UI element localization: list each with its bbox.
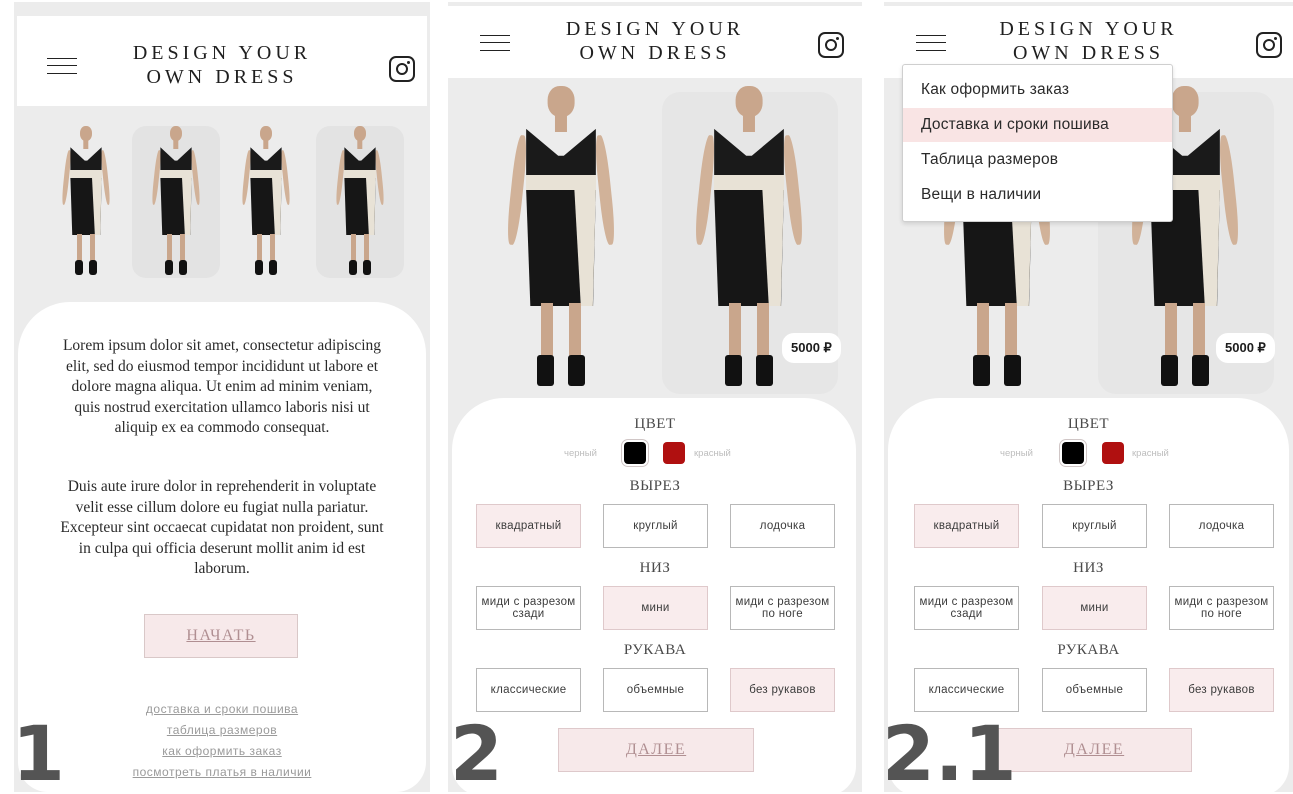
dress-image <box>330 126 390 278</box>
logo-line1: DESIGN YOUR <box>132 42 312 64</box>
logo[interactable]: DESIGN YOUR OWN DRESS <box>17 42 427 89</box>
color-title: ЦВЕТ <box>634 416 676 432</box>
instagram-icon[interactable] <box>389 56 415 82</box>
color-row: черный красный <box>448 439 862 467</box>
dress-image <box>146 126 206 278</box>
dress-preview-front <box>476 86 646 394</box>
logo-line1: DESIGN YOUR <box>999 18 1178 40</box>
thumbnail-dress-1[interactable] <box>42 126 130 278</box>
neckline-round[interactable]: круглый <box>1042 504 1147 548</box>
bottom-midi-leg-slit[interactable]: миди с разрезом по ноге <box>1169 586 1274 630</box>
step-label: 2 <box>450 709 503 792</box>
screen-intro: DESIGN YOUR OWN DRESS Lorem ipsum dolor … <box>14 2 430 792</box>
intro-paragraph-1: Lorem ipsum dolor sit amet, consectetur … <box>62 337 382 436</box>
logo[interactable]: DESIGN YOUR OWN DRESS <box>884 18 1293 65</box>
step-label: 1 <box>14 709 65 792</box>
bottom-title: НИЗ <box>1073 560 1104 576</box>
logo-line2: OWN DRESS <box>579 41 731 64</box>
sleeves-classic[interactable]: классические <box>914 668 1019 712</box>
next-button[interactable]: ДАЛЕЕ <box>996 728 1192 772</box>
thumbnail-dress-4[interactable] <box>316 126 404 278</box>
color-black-label: черный <box>1000 448 1033 459</box>
menu-item-size-table[interactable]: Таблица размеров <box>903 143 1172 177</box>
sleeves-title: РУКАВА <box>1057 642 1120 658</box>
footer-link-in-stock[interactable]: посмотреть платья в наличии <box>54 765 390 779</box>
logo[interactable]: DESIGN YOUR OWN DRESS <box>448 18 862 65</box>
screen-configurator: DESIGN YOUR OWN DRESS 5000 ₽ ЦВЕТ черный… <box>448 2 862 792</box>
bottom-mini[interactable]: мини <box>603 586 708 630</box>
thumbnail-dress-3[interactable] <box>222 126 310 278</box>
intro-paragraph-2: Duis aute irure dolor in reprehenderit i… <box>60 478 384 577</box>
menu-item-delivery[interactable]: Доставка и сроки пошива <box>903 108 1172 142</box>
header: DESIGN YOUR OWN DRESS <box>448 6 862 78</box>
sleeves-volume[interactable]: объемные <box>1042 668 1147 712</box>
header: DESIGN YOUR OWN DRESS <box>17 16 427 106</box>
sleeves-volume[interactable]: объемные <box>603 668 708 712</box>
menu-item-how-to-order[interactable]: Как оформить заказ <box>903 73 1172 107</box>
logo-line1: DESIGN YOUR <box>565 18 745 40</box>
canvas: DESIGN YOUR OWN DRESS Lorem ipsum dolor … <box>0 0 1293 794</box>
footer-link-size-table[interactable]: таблица размеров <box>74 723 370 737</box>
footer-link-delivery[interactable]: доставка и сроки пошива <box>74 702 370 716</box>
price-badge: 5000 ₽ <box>782 333 841 363</box>
thumbnail-dress-2[interactable] <box>132 126 220 278</box>
neckline-square[interactable]: квадратный <box>914 504 1019 548</box>
instagram-icon[interactable] <box>1256 32 1282 58</box>
neckline-square[interactable]: квадратный <box>476 504 581 548</box>
dress-image <box>56 126 116 278</box>
neckline-boat[interactable]: лодочка <box>730 504 835 548</box>
price-badge: 5000 ₽ <box>1216 333 1275 363</box>
dropdown-menu: Как оформить заказ Доставка и сроки поши… <box>902 64 1173 222</box>
color-swatch-black[interactable] <box>621 439 649 467</box>
dress-image <box>494 86 628 392</box>
bottom-midi-back-slit[interactable]: миди с разрезом сзади <box>476 586 581 630</box>
screen-configurator-menu: DESIGN YOUR OWN DRESS 5000 ₽ ЦВЕТ черный… <box>884 2 1293 792</box>
color-red-label: красный <box>1132 448 1169 459</box>
neckline-title: ВЫРЕЗ <box>1063 478 1114 494</box>
dress-image <box>236 126 296 278</box>
sleeves-title: РУКАВА <box>623 642 687 658</box>
menu-item-in-stock[interactable]: Вещи в наличии <box>903 178 1172 212</box>
color-title: ЦВЕТ <box>1067 416 1110 432</box>
neckline-boat[interactable]: лодочка <box>1169 504 1274 548</box>
start-button[interactable]: НАЧАТЬ <box>144 614 298 658</box>
color-swatch-red[interactable] <box>663 442 685 464</box>
bottom-mini[interactable]: мини <box>1042 586 1147 630</box>
instagram-icon[interactable] <box>818 32 844 58</box>
bottom-midi-leg-slit[interactable]: миди с разрезом по ноге <box>730 586 835 630</box>
neckline-round[interactable]: круглый <box>603 504 708 548</box>
logo-line2: OWN DRESS <box>146 65 298 88</box>
footer-link-how-to-order[interactable]: как оформить заказ <box>74 744 370 758</box>
sleeves-none[interactable]: без рукавов <box>1169 668 1274 712</box>
color-black-label: черный <box>564 448 597 459</box>
step-label: 2.1 <box>884 709 1017 792</box>
color-swatch-red[interactable] <box>1102 442 1124 464</box>
bottom-midi-back-slit[interactable]: миди с разрезом сзади <box>914 586 1019 630</box>
color-red-label: красный <box>694 448 731 459</box>
color-swatch-black[interactable] <box>1059 439 1087 467</box>
color-row: черный красный <box>884 439 1293 467</box>
neckline-title: ВЫРЕЗ <box>629 478 681 494</box>
bottom-title: НИЗ <box>639 560 671 576</box>
sleeves-none[interactable]: без рукавов <box>730 668 835 712</box>
sleeves-classic[interactable]: классические <box>476 668 581 712</box>
logo-line2: OWN DRESS <box>1012 41 1164 64</box>
next-button[interactable]: ДАЛЕЕ <box>558 728 754 772</box>
